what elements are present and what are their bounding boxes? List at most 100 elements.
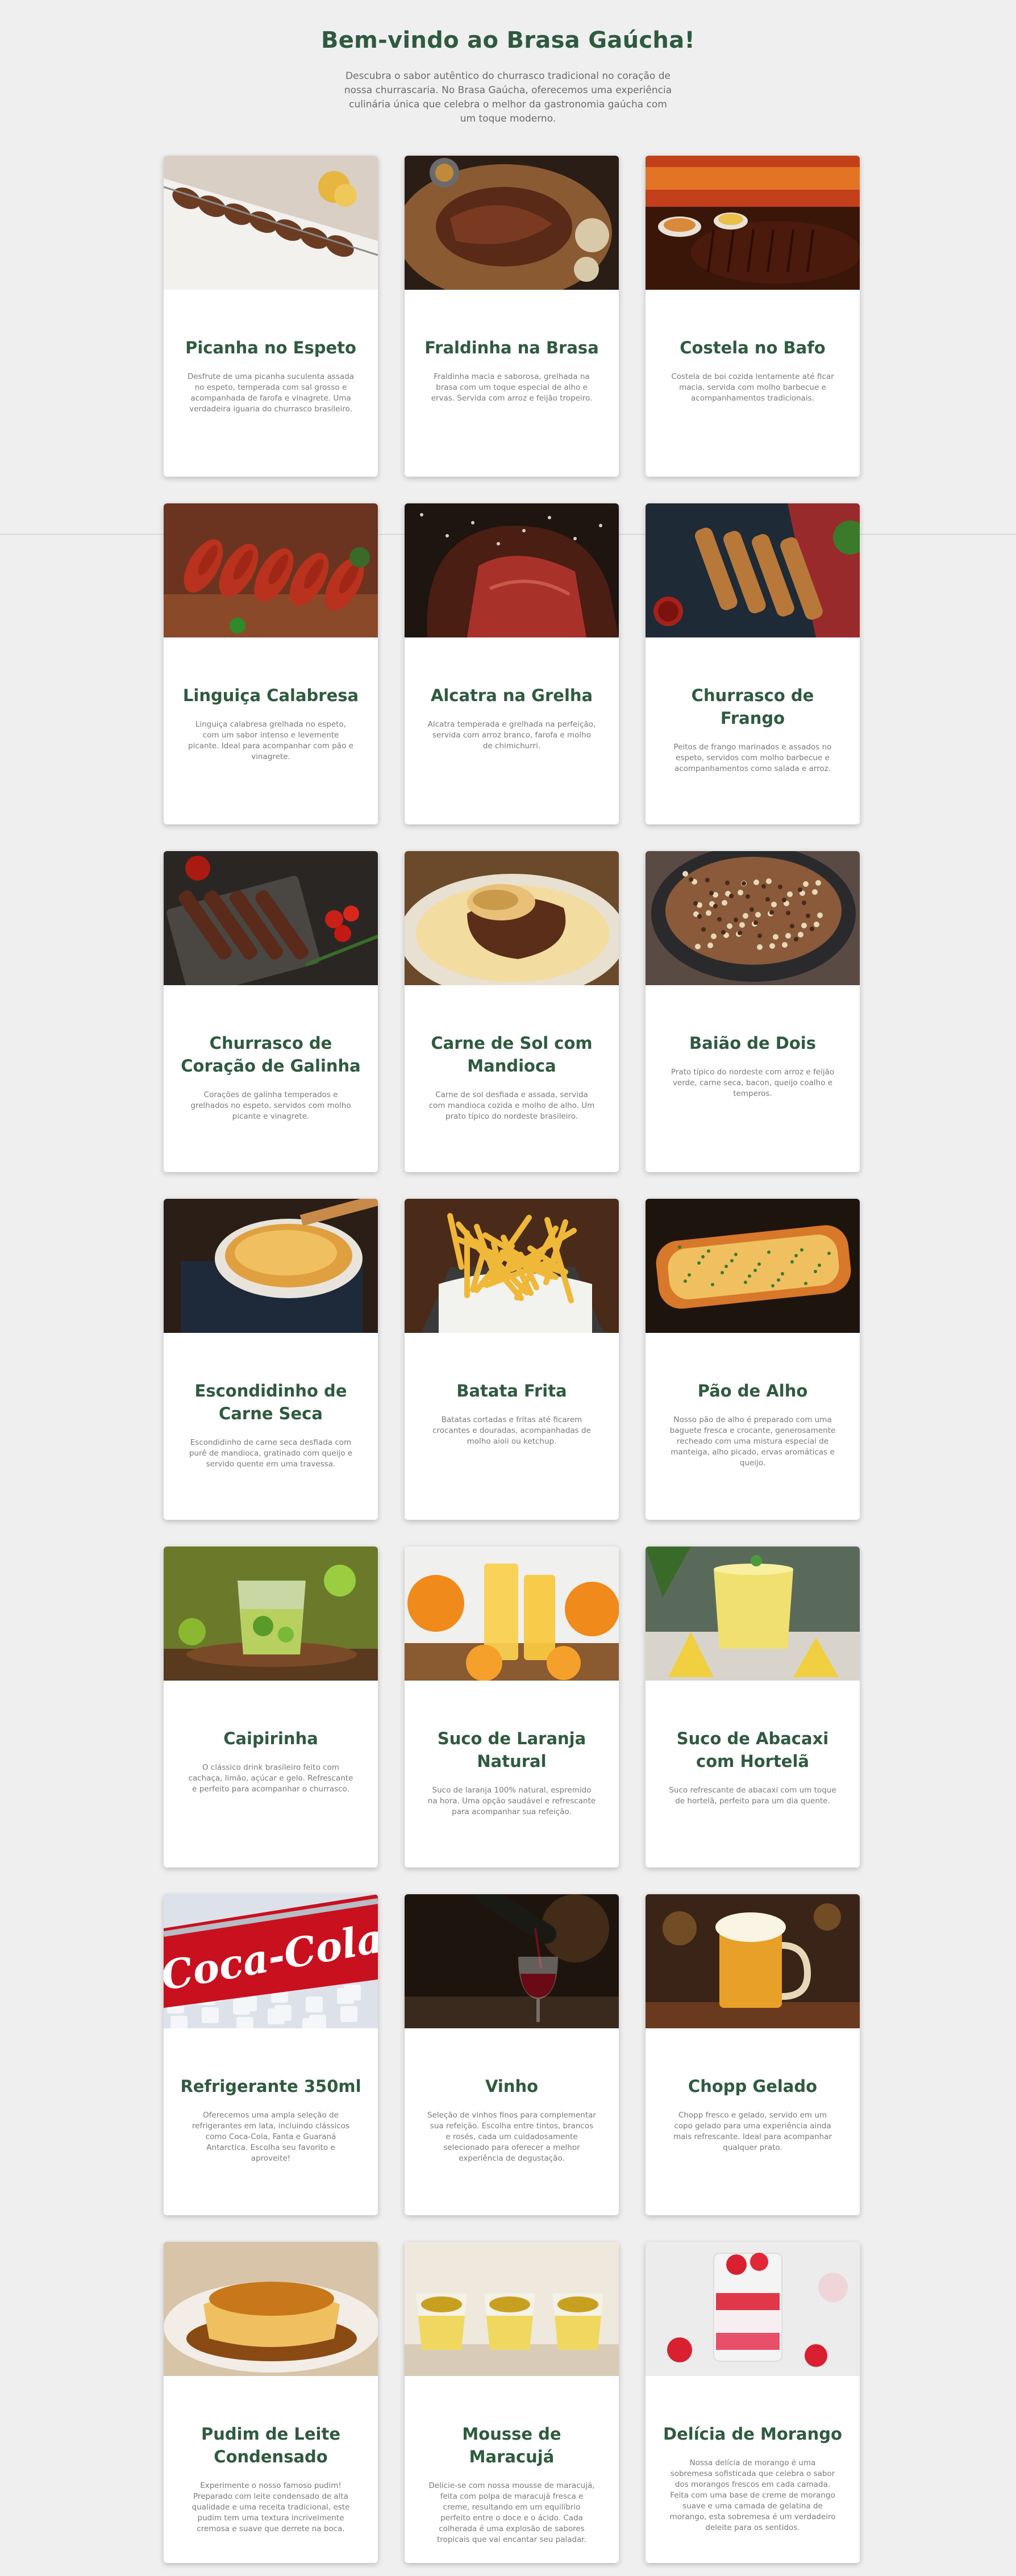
alcatra-photo	[405, 503, 619, 637]
menu-card: Pão de Alho Nosso pão de alho é preparado…	[646, 1199, 860, 1520]
page-intro: Descubra o sabor autêntico do churrasco …	[344, 70, 672, 124]
batata-photo	[405, 1199, 619, 1333]
menu-card: Chopp Gelado Chopp fresco e gelado, servi…	[646, 1894, 860, 2215]
card-body: Suco de Abacaxi com Hortelã Suco refresca…	[646, 1681, 860, 1807]
card-description: Desfrute de uma picanha suculenta assada…	[187, 372, 355, 414]
pao-de-alho-photo	[646, 1199, 860, 1333]
card-title: Churrasco de Coração de Galinha	[181, 1033, 361, 1076]
card-description: Nosso pão de alho é preparado com uma ba…	[669, 1415, 836, 1468]
card-title: Caipirinha	[223, 1729, 318, 1748]
page-title: Bem-vindo ao Brasa Gaúcha!	[320, 27, 696, 53]
card-body: Chopp Gelado Chopp fresco e gelado, servi…	[646, 2028, 860, 2153]
card-description: Escondidinho de carne seca desfiada com …	[189, 1438, 353, 1469]
card-body: Churrasco de Coração de Galinha Corações …	[164, 985, 378, 1122]
menu-card: Picanha no Espeto Desfrute de uma picanha…	[164, 156, 378, 477]
card-body: Mousse de Maracujá Delicie-se com nossa m…	[405, 2376, 619, 2545]
menu-card: Caipirinha O clássico drink brasileiro fe…	[164, 1547, 378, 1868]
card-description: Seleção de vinhos finos para complementa…	[427, 2111, 596, 2163]
fraldinha-photo	[405, 156, 619, 290]
card-title: Costela no Bafo	[680, 338, 826, 357]
menu-card: Churrasco de Frango Peitos de frango mari…	[646, 503, 860, 824]
card-body: Delícia de Morango Nossa delícia de moran…	[646, 2376, 860, 2533]
caipirinha-photo	[164, 1547, 378, 1681]
card-body: Pão de Alho Nosso pão de alho é preparado…	[646, 1333, 860, 1469]
card-body: Linguiça Calabresa Linguiça calabresa gre…	[164, 637, 378, 762]
menu-card: Batata Frita Batatas cortadas e fritas at…	[405, 1199, 619, 1520]
card-body: Fraldinha na Brasa Fraldinha macia e sabo…	[405, 290, 619, 404]
menu-card: Pudim de Leite Condensado Experimente o n…	[164, 2242, 378, 2563]
card-body: Escondidinho de Carne Seca Escondidinho d…	[164, 1333, 378, 1470]
card-description: Linguiça calabresa grelhada no espeto, c…	[188, 720, 353, 761]
card-description: Batatas cortadas e fritas até ficarem cr…	[432, 1415, 591, 1446]
card-description: Prato típico do nordeste com arroz e fei…	[671, 1068, 835, 1098]
refrigerante-photo: Coca-Cola	[164, 1894, 378, 2028]
carne-de-sol-photo	[405, 851, 619, 985]
card-title: Baião de Dois	[689, 1033, 816, 1053]
card-title: Delícia de Morango	[663, 2424, 842, 2444]
card-title: Alcatra na Grelha	[430, 686, 593, 705]
menu-card: Linguiça Calabresa Linguiça calabresa gre…	[164, 503, 378, 824]
card-body: Carne de Sol com Mandioca Carne de sol de…	[405, 985, 619, 1122]
suco-laranja-photo	[405, 1547, 619, 1681]
card-title: Chopp Gelado	[688, 2077, 818, 2096]
card-title: Linguiça Calabresa	[182, 686, 359, 705]
card-title: Churrasco de Frango	[691, 686, 814, 728]
menu-card: Fraldinha na Brasa Fraldinha macia e sabo…	[405, 156, 619, 477]
card-body: Picanha no Espeto Desfrute de uma picanha…	[164, 290, 378, 415]
card-title: Escondidinho de Carne Seca	[194, 1381, 347, 1423]
mousse-photo	[405, 2242, 619, 2376]
card-description: Nossa delícia de morango é uma sobremesa…	[669, 2458, 836, 2532]
card-title: Picanha no Espeto	[185, 338, 356, 357]
card-body: Costela no Bafo Costela de boi cozida len…	[646, 290, 860, 404]
card-body: Baião de Dois Prato típico do nordeste co…	[646, 985, 860, 1099]
menu-card: Suco de Abacaxi com Hortelã Suco refresca…	[646, 1547, 860, 1868]
menu-card: Churrasco de Coração de Galinha Corações …	[164, 851, 378, 1172]
card-title: Pão de Alho	[697, 1381, 808, 1400]
card-body: Suco de Laranja Natural Suco de laranja 1…	[405, 1681, 619, 1818]
menu-card: Vinho Seleção de vinhos finos para comple…	[405, 1894, 619, 2215]
vinho-photo	[405, 1894, 619, 2028]
card-description: Experimente o nosso famoso pudim! Prepar…	[191, 2481, 350, 2533]
escondidinho-photo	[164, 1199, 378, 1333]
card-body: Batata Frita Batatas cortadas e fritas at…	[405, 1333, 619, 1447]
menu-card: Costela no Bafo Costela de boi cozida len…	[646, 156, 860, 477]
card-description: Alcatra temperada e grelhada na perfeiçã…	[427, 720, 596, 751]
menu-card: Carne de Sol com Mandioca Carne de sol de…	[405, 851, 619, 1172]
card-description: Costela de boi cozida lentamente até fic…	[671, 372, 834, 403]
picanha-photo	[164, 156, 378, 290]
baiao-photo	[646, 851, 860, 985]
menu-card: Escondidinho de Carne Seca Escondidinho d…	[164, 1199, 378, 1520]
card-title: Vinho	[485, 2077, 539, 2096]
card-description: Peitos de frango marinados e assados no …	[673, 743, 832, 773]
frango-photo	[646, 503, 860, 637]
morango-photo	[646, 2242, 860, 2376]
card-title: Suco de Laranja Natural	[437, 1729, 586, 1771]
menu-grid: Picanha no Espeto Desfrute de uma picanha…	[164, 156, 860, 2563]
card-title: Suco de Abacaxi com Hortelã	[676, 1729, 829, 1771]
card-title: Batata Frita	[456, 1381, 567, 1400]
card-title: Carne de Sol com Mandioca	[431, 1033, 593, 1076]
card-body: Alcatra na Grelha Alcatra temperada e gre…	[405, 637, 619, 752]
menu-card: Baião de Dois Prato típico do nordeste co…	[646, 851, 860, 1172]
card-description: Carne de sol desfiada e assada, servida …	[428, 1090, 595, 1121]
card-description: Chopp fresco e gelado, servido em um cop…	[673, 2111, 832, 2152]
costela-photo	[646, 156, 860, 290]
card-body: Refrigerante 350ml Oferecemos uma ampla s…	[164, 2028, 378, 2164]
card-description: Fraldinha macia e saborosa, grelhada na …	[431, 372, 593, 403]
menu-card: Alcatra na Grelha Alcatra temperada e gre…	[405, 503, 619, 824]
card-description: O clássico drink brasileiro feito com ca…	[188, 1763, 353, 1794]
card-body: Churrasco de Frango Peitos de frango mari…	[646, 637, 860, 774]
card-description: Suco refrescante de abacaxi com um toque…	[669, 1786, 836, 1806]
menu-card: Suco de Laranja Natural Suco de laranja 1…	[405, 1547, 619, 1868]
chopp-photo	[646, 1894, 860, 2028]
card-body: Pudim de Leite Condensado Experimente o n…	[164, 2376, 378, 2535]
card-title: Mousse de Maracujá	[462, 2424, 561, 2466]
linguica-photo	[164, 503, 378, 637]
card-title: Pudim de Leite Condensado	[201, 2424, 341, 2466]
menu-card: Mousse de Maracujá Delicie-se com nossa m…	[405, 2242, 619, 2563]
page-header: Bem-vindo ao Brasa Gaúcha! Descubra o sa…	[0, 0, 1016, 126]
card-title: Refrigerante 350ml	[180, 2077, 361, 2096]
menu-card: Coca-Cola Refrigerante 350ml Oferecemos um…	[164, 1894, 378, 2215]
suco-abacaxi-photo	[646, 1547, 860, 1681]
card-description: Oferecemos uma ampla seleção de refriger…	[191, 2111, 350, 2163]
